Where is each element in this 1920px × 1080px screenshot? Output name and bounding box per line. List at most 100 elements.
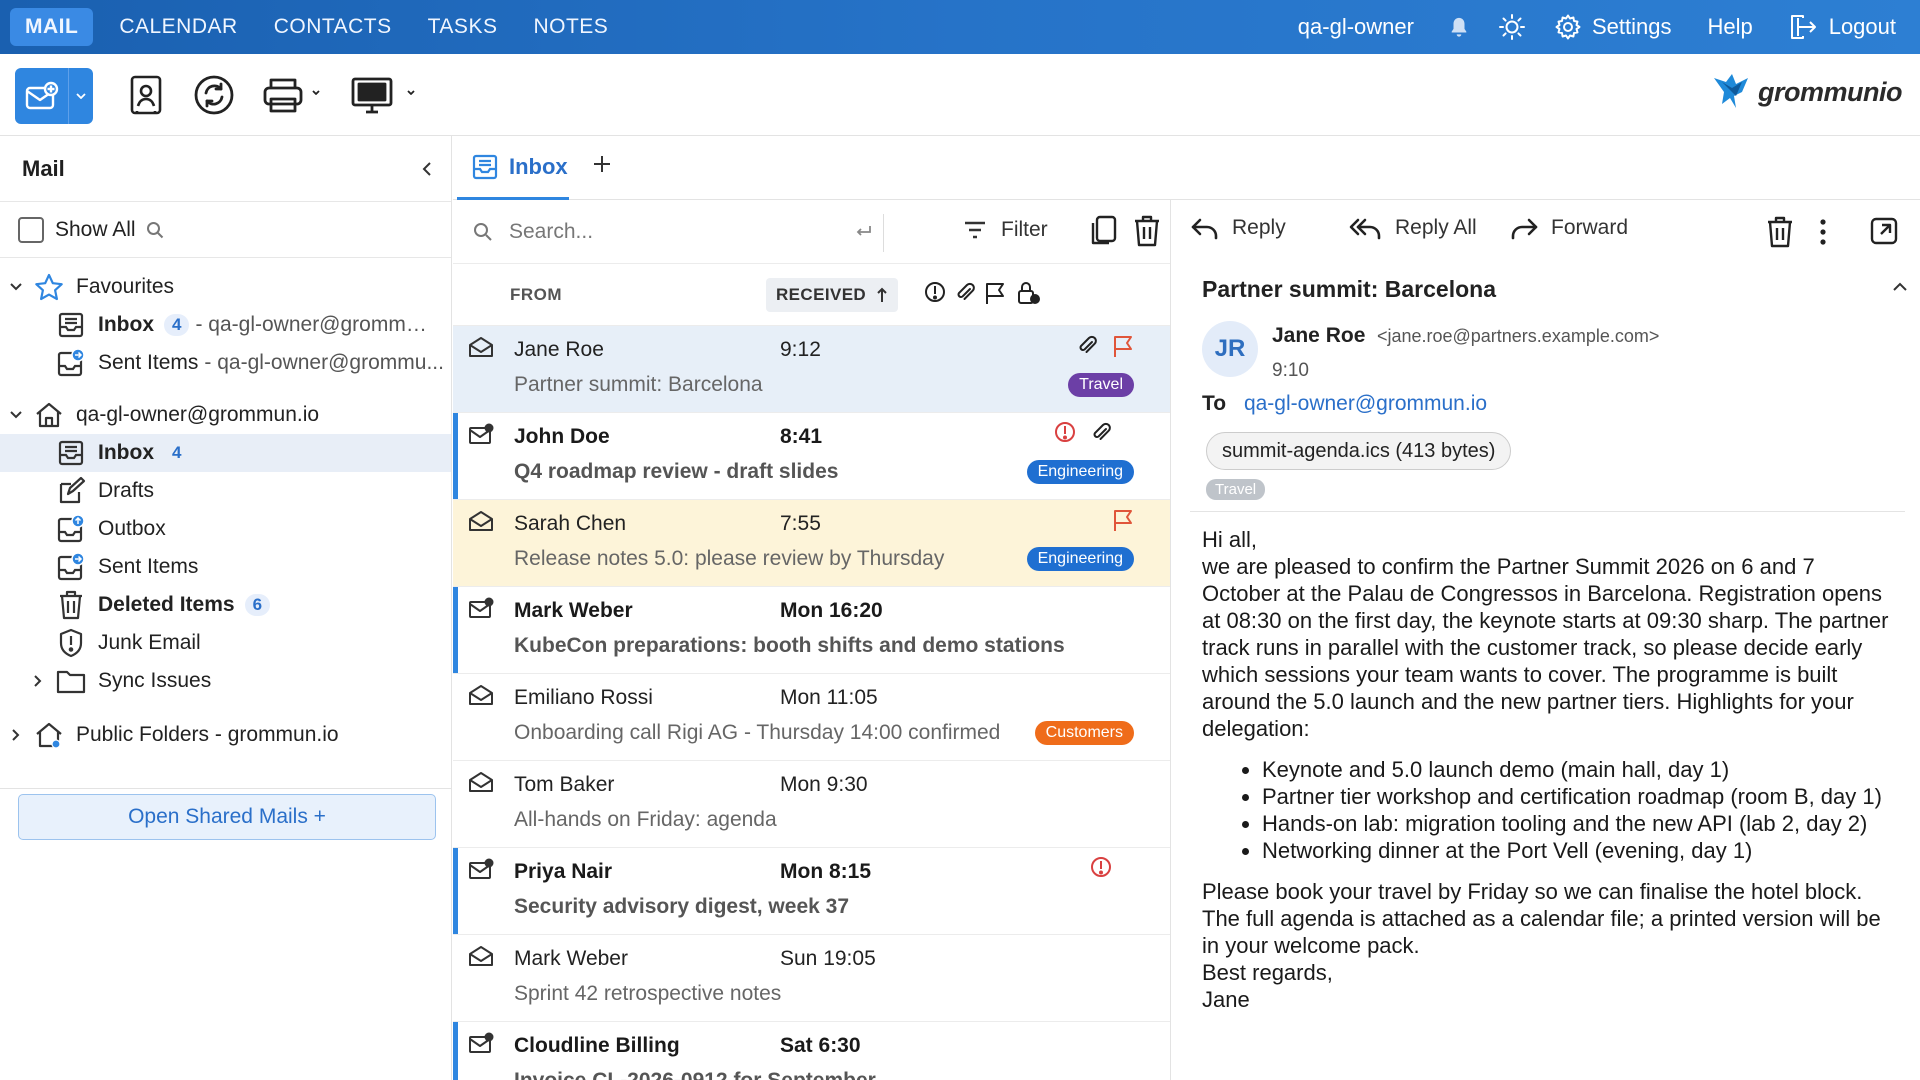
folder-search-icon[interactable] xyxy=(146,221,164,239)
add-tab-icon[interactable] xyxy=(590,152,614,176)
favourites-group[interactable]: Favourites xyxy=(0,268,451,306)
chevron-down-icon[interactable] xyxy=(0,410,32,420)
grommunio-logo: grommunio xyxy=(1712,72,1903,112)
theme-sun-icon[interactable] xyxy=(1498,13,1526,41)
drafts-icon xyxy=(54,476,88,506)
mail-row[interactable]: John Doe 8:41 Q4 roadmap review - draft … xyxy=(453,413,1170,500)
enter-icon[interactable] xyxy=(855,224,873,240)
refresh-icon[interactable] xyxy=(193,74,235,116)
flag-icon[interactable] xyxy=(1112,508,1134,532)
nav-calendar[interactable]: CALENDAR xyxy=(101,0,255,54)
search-box[interactable]: Search... xyxy=(473,212,873,252)
forward-button[interactable]: Forward xyxy=(1509,216,1628,240)
print-icon[interactable] xyxy=(262,76,320,116)
folder-outbox[interactable]: Outbox xyxy=(0,510,451,548)
inbox-tab-icon xyxy=(472,154,498,179)
favourite-sent-items[interactable]: Sent Items - qa-gl-owner@grommu... xyxy=(0,344,451,382)
new-mail-button[interactable] xyxy=(15,68,93,124)
collapse-sidebar-icon[interactable] xyxy=(421,161,433,177)
reply-all-button[interactable]: Reply All xyxy=(1349,216,1477,240)
mail-time: Mon 16:20 xyxy=(780,599,883,622)
app-window: MAIL CALENDAR CONTACTS TASKS NOTES qa-gl… xyxy=(0,0,1920,1080)
folder-drafts[interactable]: Drafts xyxy=(0,472,451,510)
attachment-chip[interactable]: summit-agenda.ics (413 bytes) xyxy=(1206,432,1512,470)
favourite-sent-label: Sent Items xyxy=(98,351,199,374)
sort-arrow-up-icon xyxy=(877,287,887,302)
mail-list-toolbar: Search... Filter xyxy=(453,200,1170,264)
new-mail-dropdown-icon[interactable] xyxy=(69,68,93,124)
high-importance-icon xyxy=(1090,856,1112,878)
nav-contacts[interactable]: CONTACTS xyxy=(256,0,410,54)
mail-row[interactable]: Mark Weber Mon 16:20 KubeCon preparation… xyxy=(453,587,1170,674)
mail-row[interactable]: Jane Roe 9:12 Partner summit: Barcelona … xyxy=(453,326,1170,413)
sender-name[interactable]: Jane Roe xyxy=(1272,324,1365,347)
more-options-icon[interactable] xyxy=(1818,216,1828,248)
body-signature: Jane xyxy=(1202,987,1250,1012)
folder-junk-email[interactable]: Junk Email xyxy=(0,624,451,662)
folder-sent-items[interactable]: Sent Items xyxy=(0,548,451,586)
favourite-account-label: - qa-gl-owner@grommu... xyxy=(204,351,444,374)
open-shared-mails-button[interactable]: Open Shared Mails + xyxy=(18,794,436,840)
address-book-icon[interactable] xyxy=(128,74,164,116)
mail-subject: KubeCon preparations: booth shifts and d… xyxy=(514,634,1065,657)
nav-mail[interactable]: MAIL xyxy=(10,8,94,46)
folder-inbox[interactable]: Inbox 4 xyxy=(0,434,451,472)
envelope-open-icon xyxy=(468,945,494,967)
recipient-address[interactable]: qa-gl-owner@grommun.io xyxy=(1244,392,1487,415)
logo-text: grommunio xyxy=(1758,76,1903,107)
username-label[interactable]: qa-gl-owner xyxy=(1298,14,1414,40)
account-group[interactable]: qa-gl-owner@grommun.io xyxy=(0,396,451,434)
reply-button[interactable]: Reply xyxy=(1190,216,1286,240)
new-mail-icon[interactable] xyxy=(15,68,69,124)
copy-icon[interactable] xyxy=(1089,215,1117,247)
bell-icon[interactable] xyxy=(1448,15,1470,39)
show-all-row[interactable]: Show All xyxy=(0,202,451,258)
filter-button[interactable]: Filter xyxy=(963,218,1048,242)
nav-tasks[interactable]: TASKS xyxy=(410,0,516,54)
column-received-label: RECEIVED xyxy=(776,285,867,304)
settings-link[interactable]: Settings xyxy=(1554,13,1671,41)
delete-message-icon[interactable] xyxy=(1766,216,1794,248)
inbox-icon xyxy=(54,438,88,468)
favourite-inbox[interactable]: Inbox 4 - qa-gl-owner@grommun.... xyxy=(0,306,451,344)
mail-row[interactable]: Tom Baker Mon 9:30 All-hands on Friday: … xyxy=(453,761,1170,848)
message-subject: Partner summit: Barcelona xyxy=(1202,276,1496,302)
folder-deleted-items[interactable]: Deleted Items 6 xyxy=(0,586,451,624)
logout-link[interactable]: Logout xyxy=(1789,14,1896,40)
help-link[interactable]: Help xyxy=(1707,14,1752,40)
nav-notes[interactable]: NOTES xyxy=(515,0,626,54)
mail-time: Mon 11:05 xyxy=(780,686,878,709)
to-label: To xyxy=(1202,392,1227,415)
attachment-column-icon[interactable] xyxy=(954,281,976,303)
folder-sync-issues[interactable]: Sync Issues xyxy=(0,662,451,700)
column-from[interactable]: FROM xyxy=(510,285,562,305)
mail-row[interactable]: Cloudline Billing Sat 6:30 Invoice CL-20… xyxy=(453,1022,1170,1080)
column-received[interactable]: RECEIVED xyxy=(766,278,899,312)
flag-column-icon[interactable] xyxy=(984,281,1006,305)
mail-row[interactable]: Sarah Chen 7:55 Release notes 5.0: pleas… xyxy=(453,500,1170,587)
mail-subject: Security advisory digest, week 37 xyxy=(514,895,849,918)
flag-icon[interactable] xyxy=(1112,334,1134,358)
filter-label: Filter xyxy=(1001,218,1048,241)
shield-alert-icon xyxy=(54,628,88,658)
lock-column-icon[interactable] xyxy=(1016,281,1040,305)
chevron-right-icon[interactable] xyxy=(22,674,54,688)
public-folders-group[interactable]: Public Folders - grommun.io xyxy=(0,716,451,754)
envelope-open-icon xyxy=(468,336,494,358)
tab-inbox[interactable]: Inbox xyxy=(457,136,569,200)
mail-row[interactable]: Priya Nair Mon 8:15 Security advisory di… xyxy=(453,848,1170,935)
pop-out-icon[interactable] xyxy=(1869,216,1899,246)
chevron-up-icon[interactable] xyxy=(1892,282,1908,292)
show-all-checkbox[interactable] xyxy=(18,216,44,243)
chevron-down-icon[interactable] xyxy=(0,282,32,292)
mail-sender: Tom Baker xyxy=(514,773,615,796)
high-importance-icon xyxy=(1054,421,1076,443)
mail-row[interactable]: Mark Weber Sun 19:05 Sprint 42 retrospec… xyxy=(453,935,1170,1022)
search-input[interactable]: Search... xyxy=(509,220,855,244)
top-right-controls: qa-gl-owner Settings Help Logout xyxy=(1298,0,1920,54)
delete-icon[interactable] xyxy=(1133,215,1161,247)
importance-column-icon[interactable] xyxy=(924,281,946,303)
chevron-right-icon[interactable] xyxy=(0,728,32,742)
display-icon[interactable] xyxy=(350,76,420,116)
mail-row[interactable]: Emiliano Rossi Mon 11:05 Onboarding call… xyxy=(453,674,1170,761)
